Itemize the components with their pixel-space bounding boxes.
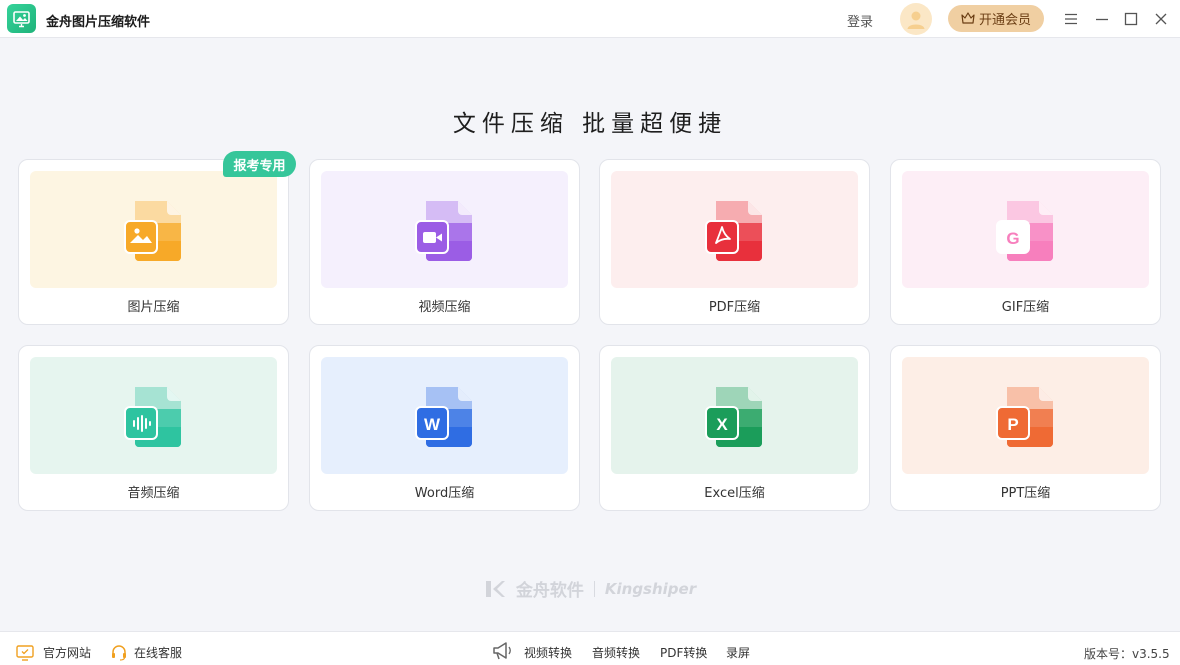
page-headline: 文件压缩 批量超便捷 <box>452 111 728 137</box>
online-service-label: 在线客服 <box>134 646 183 660</box>
card-image[interactable]: 图片压缩 <box>18 159 289 325</box>
video-convert-link[interactable]: 视频转换 <box>524 644 572 661</box>
card-label: GIF压缩 <box>1001 300 1050 315</box>
menu-icon[interactable] <box>1061 9 1081 29</box>
headset-icon <box>112 645 126 661</box>
card-illustration <box>30 357 277 474</box>
crown-icon <box>961 12 975 24</box>
close-icon[interactable] <box>1151 9 1171 29</box>
watermark-divider <box>593 580 595 597</box>
app-logo-icon <box>7 4 36 33</box>
card-illustration <box>611 171 858 288</box>
card-illustration <box>321 171 568 288</box>
kingshiper-logo-icon <box>485 580 505 597</box>
card-label: 图片压缩 <box>127 300 180 315</box>
screen-record-link[interactable]: 录屏 <box>726 644 750 661</box>
maximize-icon[interactable] <box>1121 9 1141 29</box>
megaphone-icon <box>492 641 514 661</box>
exam-badge: 报考专用 <box>223 151 296 177</box>
video-file-icon <box>414 200 472 261</box>
card-illustration: W <box>321 357 568 474</box>
title-bar: 金舟图片压缩软件 登录 开通会员 <box>0 0 1180 38</box>
card-label: 音频压缩 <box>127 486 180 501</box>
card-label: Excel压缩 <box>704 486 765 501</box>
version-label: 版本号：v3.5.5 <box>1084 647 1170 661</box>
minimize-icon[interactable] <box>1092 9 1112 29</box>
card-illustration <box>30 171 277 288</box>
app-title: 金舟图片压缩软件 <box>46 15 151 30</box>
official-website-label: 官方网站 <box>43 646 92 660</box>
official-website-link[interactable]: 官方网站 <box>16 644 91 661</box>
card-label: PPT压缩 <box>1000 486 1051 501</box>
excel-file-icon: X <box>704 386 762 447</box>
card-label: PDF压缩 <box>708 300 761 315</box>
card-video[interactable]: 视频压缩 <box>309 159 580 325</box>
card-audio[interactable]: 音频压缩 <box>18 345 289 511</box>
watermark-en: Kingshiper <box>604 579 697 598</box>
card-illustration: G <box>902 171 1149 288</box>
ppt-file-icon: P <box>995 386 1053 447</box>
svg-text:W: W <box>423 415 440 434</box>
login-link[interactable]: 登录 <box>847 11 873 30</box>
card-word[interactable]: W Word压缩 <box>309 345 580 511</box>
pdf-file-icon <box>704 200 762 261</box>
svg-text:G: G <box>1006 229 1019 248</box>
card-ppt[interactable]: P PPT压缩 <box>890 345 1161 511</box>
image-file-icon <box>123 200 181 261</box>
watermark-cn: 金舟软件 <box>515 581 584 601</box>
gif-file-icon: G <box>995 200 1053 261</box>
card-gif[interactable]: G GIF压缩 <box>890 159 1161 325</box>
brand-watermark: 金舟软件 Kingshiper <box>0 576 1180 601</box>
svg-text:X: X <box>716 415 728 434</box>
card-illustration: X <box>611 357 858 474</box>
monitor-icon <box>16 644 34 661</box>
card-label: 视频压缩 <box>418 300 471 315</box>
footer-bar: 官方网站 在线客服 视频转换 音频转换 PDF转换 录屏 版本号：v3.5.5 <box>0 631 1180 665</box>
svg-text:P: P <box>1007 415 1018 434</box>
card-illustration: P <box>902 357 1149 474</box>
word-file-icon: W <box>414 386 472 447</box>
audio-convert-link[interactable]: 音频转换 <box>592 644 640 661</box>
pdf-convert-link[interactable]: PDF转换 <box>660 644 707 661</box>
card-pdf[interactable]: PDF压缩 <box>599 159 870 325</box>
avatar[interactable] <box>900 3 932 35</box>
vip-label: 开通会员 <box>978 13 1031 28</box>
card-excel[interactable]: X Excel压缩 <box>599 345 870 511</box>
online-service-link[interactable]: 在线客服 <box>110 644 182 661</box>
user-icon <box>907 11 925 29</box>
card-label: Word压缩 <box>414 486 475 501</box>
audio-file-icon <box>123 386 181 447</box>
vip-button[interactable]: 开通会员 <box>948 5 1044 32</box>
